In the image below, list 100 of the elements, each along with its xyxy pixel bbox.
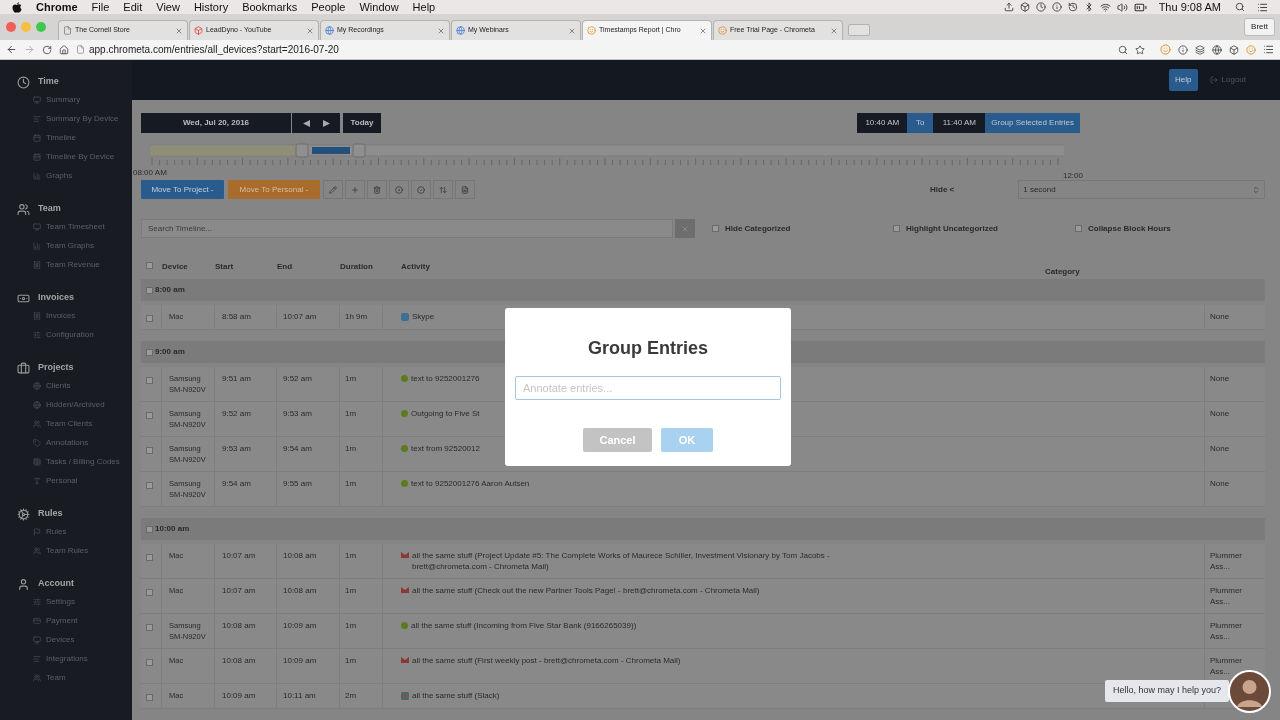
info-icon[interactable] <box>1178 44 1188 55</box>
sidebar-item[interactable]: Hidden/Archived <box>46 398 105 411</box>
help-chat-tooltip[interactable]: Hello, how may I help you? <box>1105 680 1230 702</box>
menu-item[interactable]: History <box>193 0 229 16</box>
sidebar-item[interactable]: Personal <box>46 474 78 487</box>
sidebar-item[interactable]: Settings <box>46 595 75 608</box>
filter-checkbox[interactable] <box>712 225 719 232</box>
app-menu[interactable]: Chrome <box>36 0 78 16</box>
box-icon[interactable] <box>1019 2 1030 12</box>
sidebar-item[interactable]: Configuration <box>46 328 94 341</box>
icon-button[interactable] <box>411 180 431 199</box>
forward-icon[interactable] <box>24 44 35 55</box>
profile-button[interactable]: Brett <box>1244 18 1275 36</box>
globe-icon[interactable] <box>1212 44 1222 55</box>
icon-button[interactable] <box>345 180 365 199</box>
extension-icon[interactable] <box>1246 44 1256 55</box>
close-icon[interactable] <box>306 26 314 35</box>
select-all-checkbox[interactable] <box>146 262 153 269</box>
annotate-field[interactable]: Annotate entries... <box>515 376 781 400</box>
layers-icon[interactable] <box>1195 44 1205 55</box>
today-button[interactable]: Today <box>343 113 381 133</box>
row-checkbox[interactable] <box>146 286 153 294</box>
reload-icon[interactable] <box>42 44 52 55</box>
hide-toggle[interactable]: Hide < <box>930 183 955 196</box>
icon-button[interactable] <box>455 180 475 199</box>
sidebar-heading[interactable]: Projects <box>38 361 74 375</box>
sidebar-item[interactable]: Invoices <box>46 309 76 322</box>
group-selected-button[interactable]: Group Selected Entries <box>985 113 1080 133</box>
clock-icon[interactable] <box>1035 2 1046 12</box>
menu-item[interactable]: Help <box>412 0 436 16</box>
menu-item[interactable]: Edit <box>123 0 143 16</box>
filter-label[interactable]: Collapse Block Hours <box>1088 222 1171 235</box>
list-icon[interactable] <box>1257 1 1268 13</box>
help-button[interactable]: Help <box>1169 69 1198 91</box>
history-icon[interactable] <box>1067 2 1078 12</box>
row-checkbox[interactable] <box>146 554 153 561</box>
timeline-track[interactable] <box>150 144 1065 157</box>
filter-checkbox[interactable] <box>893 225 900 232</box>
slider-handle[interactable] <box>295 143 309 158</box>
close-icon[interactable] <box>699 26 707 35</box>
search-icon[interactable] <box>1235 2 1245 12</box>
date-display[interactable]: Wed, Jul 20, 2016 <box>141 113 291 133</box>
icon-button[interactable] <box>323 180 343 199</box>
chat-avatar-tooltip[interactable] <box>1228 670 1271 713</box>
move-to-personal-button[interactable]: Move To Personal - <box>228 180 320 199</box>
back-icon[interactable] <box>6 44 17 55</box>
filter-checkbox[interactable] <box>1075 225 1082 232</box>
wifi-icon[interactable] <box>1099 1 1111 13</box>
menu-item[interactable]: Bookmarks <box>242 0 298 16</box>
close-window-button[interactable] <box>6 22 16 32</box>
box-icon[interactable] <box>1229 44 1239 55</box>
menu-clock[interactable]: Thu 9:08 AM <box>1158 0 1221 16</box>
row-checkbox[interactable] <box>146 348 153 356</box>
sidebar-heading[interactable]: Rules <box>38 507 63 521</box>
previous-icon[interactable] <box>302 119 310 127</box>
close-icon[interactable] <box>175 26 183 35</box>
interval-select[interactable]: 1 second <box>1018 180 1265 199</box>
sidebar-heading[interactable]: Account <box>38 577 74 591</box>
close-icon[interactable] <box>437 26 445 35</box>
clear-search-button[interactable] <box>675 219 695 238</box>
extension-icon[interactable] <box>1160 44 1171 55</box>
row-checkbox[interactable] <box>146 412 153 419</box>
upload-icon[interactable] <box>1003 2 1014 12</box>
volume-icon[interactable] <box>1116 1 1128 13</box>
sidebar-heading[interactable]: Time <box>38 75 59 89</box>
row-checkbox[interactable] <box>146 525 153 533</box>
sidebar-item[interactable]: Team Timesheet <box>46 220 105 233</box>
menu-icon[interactable] <box>1263 44 1274 55</box>
move-to-project-button[interactable]: Move To Project - <box>141 180 224 199</box>
apple-icon[interactable] <box>12 1 22 13</box>
menu-item[interactable]: People <box>311 0 346 16</box>
sidebar-item[interactable]: Team <box>46 671 66 684</box>
sidebar-item[interactable]: Summary <box>46 93 81 106</box>
row-checkbox[interactable] <box>146 315 153 322</box>
filter-label[interactable]: Hide Categorized <box>725 222 791 235</box>
search-field[interactable]: Search Timeline... <box>141 219 673 238</box>
sidebar-item[interactable]: Payment <box>46 614 78 627</box>
icon-button[interactable] <box>389 180 409 199</box>
sidebar-item[interactable]: Integrations <box>46 652 88 665</box>
star-icon[interactable] <box>1135 44 1145 55</box>
new-tab-button[interactable] <box>848 24 870 36</box>
end-time-field[interactable]: 11:40 AM <box>933 113 986 133</box>
sidebar-item[interactable]: Annotations <box>46 436 89 449</box>
search-icon[interactable] <box>1118 44 1128 55</box>
filter-label[interactable]: Highlight Uncategorized <box>906 222 998 235</box>
row-checkbox[interactable] <box>146 694 153 701</box>
next-icon[interactable] <box>322 119 330 127</box>
row-checkbox[interactable] <box>146 659 153 666</box>
row-checkbox[interactable] <box>146 589 153 596</box>
sidebar-heading[interactable]: Team <box>38 202 61 216</box>
menu-item[interactable]: View <box>156 0 180 16</box>
logout-icon[interactable] <box>1209 76 1218 84</box>
close-icon[interactable] <box>830 26 838 35</box>
minimize-window-button[interactable] <box>21 22 31 32</box>
row-checkbox[interactable] <box>146 447 153 454</box>
close-icon[interactable] <box>568 26 576 35</box>
icon-button[interactable] <box>433 180 453 199</box>
bluetooth-icon[interactable] <box>1083 2 1094 12</box>
zoom-window-button[interactable] <box>36 22 46 32</box>
sidebar-item[interactable]: Timeline <box>46 131 76 144</box>
